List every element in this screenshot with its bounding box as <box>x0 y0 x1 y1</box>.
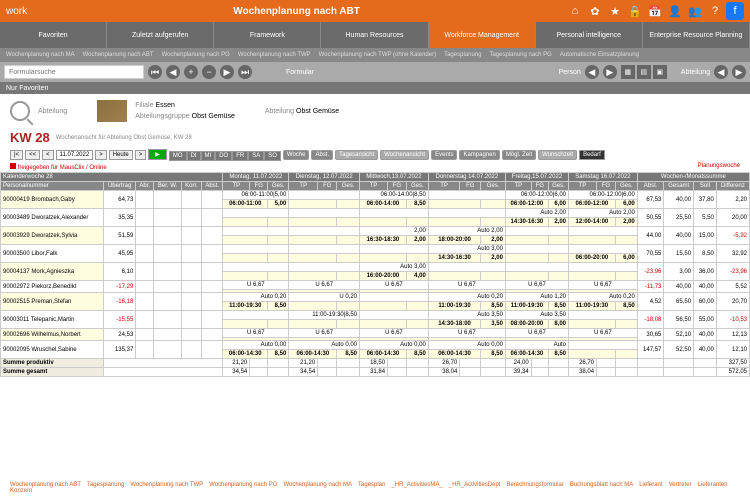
nav-tab[interactable]: Framework <box>214 22 321 48</box>
abt-next[interactable]: ▶ <box>732 65 746 79</box>
day-btn[interactable]: MI <box>201 151 216 161</box>
search-input[interactable] <box>4 65 144 79</box>
table-row[interactable]: 90000419 Brombach,Gaby64,7306:00-11:00|5… <box>1 191 750 200</box>
nav-tab[interactable]: Workforce Management <box>429 22 536 48</box>
app-name: work <box>0 6 27 17</box>
btn-wunsch[interactable]: Wunschzeit <box>538 150 577 160</box>
sub-tab[interactable]: Tagesplanung nach PG <box>487 52 553 58</box>
btn-mogl[interactable]: Mögl. Zeit <box>502 150 536 160</box>
btn-woche2[interactable]: Wochenansicht <box>380 150 429 160</box>
table-row[interactable]: 90003489 Dworatzek,Alexander35,35Auto 2,… <box>1 209 750 218</box>
page-title: Wochenplanung nach ABT <box>27 6 566 17</box>
nav-fwd-btn[interactable]: > <box>95 150 107 160</box>
footer-link[interactable]: Buchungsblatt nach MA <box>570 482 633 488</box>
week-number: KW 28 <box>10 130 50 145</box>
planning-table: Kalenderwoche 28Montag, 11.07.2022Dienst… <box>0 172 750 377</box>
sub-tab[interactable]: Wochenplanung nach PG <box>160 52 232 58</box>
day-btn[interactable]: DI <box>187 151 201 161</box>
heute-btn[interactable]: Heute <box>109 150 133 160</box>
table-row[interactable]: 90002696 Wilhelmus,Norbert24,53U 6,67U 6… <box>1 329 750 338</box>
sum-row: Summe gesamt34,5434,5431,8438,0439,3438,… <box>1 368 750 377</box>
btn-bedarf[interactable]: Bedarf <box>579 150 605 160</box>
footer-link[interactable]: Wochenplanung nach PG <box>209 482 277 488</box>
nav-tab[interactable]: Zuletzt aufgerufen <box>107 22 214 48</box>
top-icon-5[interactable]: 👤 <box>666 2 684 20</box>
table-row[interactable]: 90002095 Wruschel,Sabine135,37Auto 0,00A… <box>1 341 750 350</box>
nav-first[interactable]: ⏮ <box>148 65 162 79</box>
view-card-icon[interactable]: ▣ <box>653 65 667 79</box>
sub-tab[interactable]: Tagesplanung <box>442 52 483 58</box>
dept-image <box>97 100 127 122</box>
sub-tab[interactable]: Wochenplanung nach ABT <box>81 52 156 58</box>
table-row[interactable]: 90003011 Telepanic,Martin-15,5511:00-19:… <box>1 311 750 320</box>
table-row[interactable]: 90003929 Dworatzek,Sylvia51,592,00Auto 2… <box>1 227 750 236</box>
footer-link[interactable]: Vertreter <box>669 482 692 488</box>
lbl-abteilung: Abteilung <box>681 69 710 76</box>
go-btn[interactable]: ▶ <box>148 149 167 160</box>
nav-tab[interactable]: Enterprise Resource Planning <box>643 22 750 48</box>
footer-link[interactable]: Wochenplanung nach TWP <box>130 482 203 488</box>
nav-first-btn[interactable]: |< <box>10 150 23 160</box>
nav-prev-btn[interactable]: << <box>25 150 40 160</box>
footer-link[interactable]: Tagesplanung <box>87 482 124 488</box>
top-icon-2[interactable]: ★ <box>606 2 624 20</box>
lbl-person: Person <box>559 69 581 76</box>
sum-row: Summe produktiv21,2021,2018,5026,7024,00… <box>1 359 750 368</box>
table-row[interactable]: 90002515 Preman,Stefan-16,18Auto 0,20U 0… <box>1 293 750 302</box>
top-icon-6[interactable]: 👥 <box>686 2 704 20</box>
abt-prev[interactable]: ◀ <box>714 65 728 79</box>
sub-tab[interactable]: Wochenplanung nach TWP (ohne Kalender) <box>317 52 438 58</box>
top-icon-1[interactable]: ✿ <box>586 2 604 20</box>
nav-tab[interactable]: Human Resources <box>321 22 428 48</box>
table-row[interactable]: 90002972 Piekorz,Benedikt-17,29U 6,67U 6… <box>1 281 750 290</box>
btn-tag[interactable]: Tagesansicht <box>335 150 378 160</box>
sub-tab[interactable]: Wochenplanung nach MA <box>4 52 77 58</box>
footer-link[interactable]: _HR_ActivitiesMA_ <box>391 482 442 488</box>
day-btn[interactable]: SA <box>248 151 264 161</box>
top-icon-0[interactable]: ⌂ <box>566 2 584 20</box>
fav-toggle[interactable]: Nur Favoriten <box>6 85 48 92</box>
person-next[interactable]: ▶ <box>603 65 617 79</box>
nav-tab[interactable]: Favoriten <box>0 22 107 48</box>
search-icon[interactable] <box>10 101 30 121</box>
btn-kamp[interactable]: Kampagnen <box>459 150 499 160</box>
nav-prev[interactable]: ◀ <box>166 65 180 79</box>
person-prev[interactable]: ◀ <box>585 65 599 79</box>
sub-tab[interactable]: Automatische Einsatzplanung <box>558 52 641 58</box>
nav-last[interactable]: ⏭ <box>238 65 252 79</box>
lbl-formular: Formular <box>286 69 314 76</box>
nav-next[interactable]: ▶ <box>220 65 234 79</box>
footer-link[interactable]: Berechnungsformular <box>506 482 563 488</box>
view-grid-icon[interactable]: ▦ <box>621 65 635 79</box>
day-btn[interactable]: SO <box>264 151 281 161</box>
footer-link[interactable]: Tagesplan <box>358 482 385 488</box>
top-icon-3[interactable]: 🔒 <box>626 2 644 20</box>
footer-link[interactable]: Lieferant <box>639 482 662 488</box>
nav-tab[interactable]: Personal intelligence <box>536 22 643 48</box>
sub-tab[interactable]: Wochenplanung nach TWP <box>236 52 313 58</box>
footer-link[interactable]: Wochenplanung nach MA <box>283 482 352 488</box>
table-row[interactable]: 90003500 Libor,Falk45,95Auto 3,0070,5515… <box>1 245 750 254</box>
top-icon-4[interactable]: 📅 <box>646 2 664 20</box>
facebook-icon[interactable]: f <box>726 2 744 20</box>
btn-abst[interactable]: Abst. <box>311 150 333 160</box>
day-btn[interactable]: FR <box>232 151 248 161</box>
top-icon-7[interactable]: ? <box>706 2 724 20</box>
btn-events[interactable]: Events <box>431 150 457 160</box>
nav-fwd2-btn[interactable]: > <box>135 150 147 160</box>
day-btn[interactable]: DO <box>215 151 232 161</box>
nav-back-btn[interactable]: < <box>42 150 54 160</box>
nav-add[interactable]: + <box>184 65 198 79</box>
btn-woche[interactable]: Woche <box>283 150 310 160</box>
view-list-icon[interactable]: ▤ <box>637 65 651 79</box>
day-btn[interactable]: MO <box>169 151 187 161</box>
date-field[interactable]: 11.07.2022 <box>56 150 94 160</box>
table-row[interactable]: 90004137 Mork,Agnieszka6,10Auto 3,00-23,… <box>1 263 750 272</box>
footer-link[interactable]: _HR_ActivitiesDept <box>449 482 501 488</box>
nav-remove[interactable]: − <box>202 65 216 79</box>
